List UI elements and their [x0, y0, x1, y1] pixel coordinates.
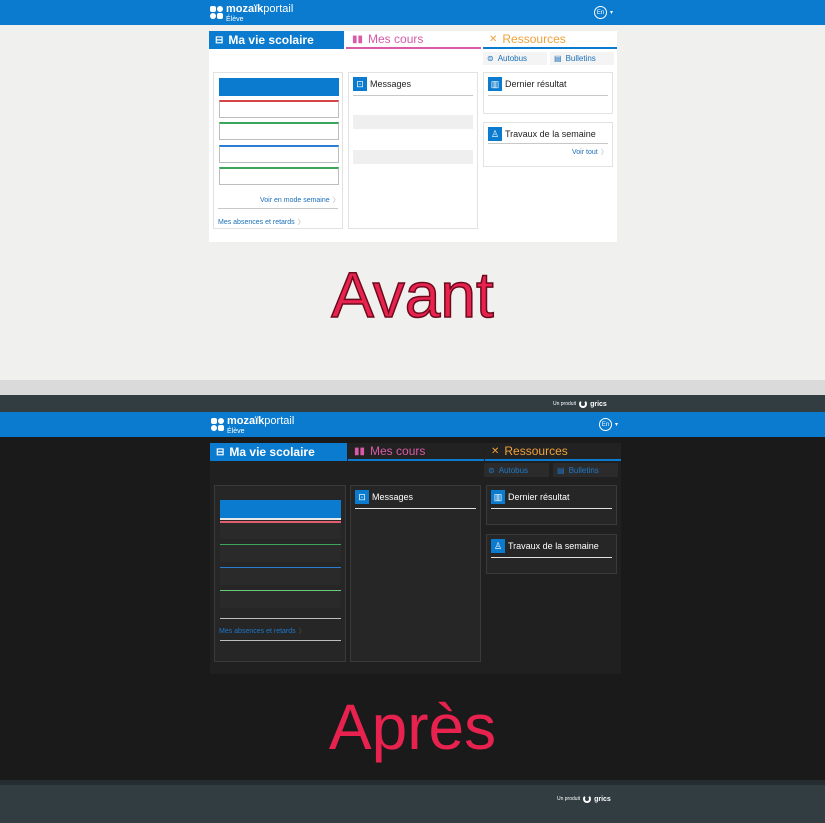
messages-widget: ⊡ Messages: [350, 485, 481, 662]
before-screenshot: mozaïkportail Élève En ▾ ⊟ Ma vie scolai…: [0, 0, 825, 380]
schedule-period[interactable]: [219, 167, 339, 185]
language-selector[interactable]: En ▾: [594, 6, 613, 19]
tab-label: Ressources: [502, 32, 566, 46]
tab-vie-scolaire[interactable]: ⊟ Ma vie scolaire: [210, 443, 347, 461]
subtab-autobus[interactable]: ⊜ Autobus: [484, 463, 549, 477]
chart-icon: ▥: [491, 490, 505, 504]
role-label: Élève: [226, 16, 244, 23]
language-selector[interactable]: En ▾: [599, 418, 618, 431]
schedule-period[interactable]: [220, 567, 341, 585]
voir-semaine-link[interactable]: Voir en mode semaine 〉: [260, 195, 340, 205]
subtab-label: Autobus: [497, 54, 528, 63]
top-bar: mozaïkportail Élève En ▾: [0, 412, 825, 437]
dernier-resultat-widget: ▥ Dernier résultat: [486, 485, 617, 525]
schedule-period[interactable]: [220, 544, 341, 562]
schedule-period[interactable]: [220, 500, 341, 518]
tab-vie-scolaire[interactable]: ⊟ Ma vie scolaire: [209, 31, 344, 49]
tab-ressources[interactable]: ✕ Ressources: [483, 31, 617, 49]
schedule-period[interactable]: [219, 100, 339, 118]
dashboard-panel: ⊟ Ma vie scolaire ▮▮ Mes cours ✕ Ressour…: [209, 31, 617, 242]
tab-label: Ma vie scolaire: [228, 33, 314, 47]
chevron-right-icon: 〉: [297, 219, 305, 226]
travaux-header[interactable]: ♙ Travaux de la semaine: [488, 127, 596, 141]
tools-icon: ✕: [489, 33, 498, 45]
bus-icon: ⊜: [487, 54, 494, 63]
books-icon: ▮▮: [352, 33, 364, 45]
chevron-down-icon: ▾: [610, 10, 614, 16]
travaux-header[interactable]: ♙ Travaux de la semaine: [491, 539, 599, 553]
subtab-label: Bulletins: [565, 54, 596, 63]
absences-link[interactable]: Mes absences et retards 〉: [219, 626, 306, 636]
caption-before: Avant: [331, 258, 495, 332]
tab-label: Mes cours: [368, 32, 424, 46]
grics-logo-icon: [579, 400, 588, 408]
student-icon: ♙: [491, 539, 505, 553]
brand-bold: mozaïk: [226, 3, 264, 15]
separator: [0, 380, 825, 395]
chevron-right-icon: 〉: [600, 149, 608, 156]
chevron-right-icon: 〉: [298, 628, 306, 635]
tab-mes-cours[interactable]: ▮▮ Mes cours: [348, 443, 484, 461]
dernier-resultat-header[interactable]: ▥ Dernier résultat: [491, 490, 570, 504]
product-credit: Un produit grics: [553, 400, 607, 408]
dernier-resultat-header[interactable]: ▥ Dernier résultat: [488, 77, 567, 91]
books-icon: ▮▮: [354, 445, 366, 457]
caption-after: Après: [328, 691, 497, 763]
messages-widget: ⊡ Messages: [348, 72, 478, 229]
dernier-resultat-widget: ▥ Dernier résultat: [483, 72, 613, 114]
bus-icon: ⊜: [488, 465, 495, 475]
schedule-period[interactable]: [220, 521, 341, 539]
mozaik-logo-icon: [210, 6, 223, 19]
schedule-widget: Mes absences et retards 〉: [214, 485, 346, 662]
document-icon: ▤: [554, 54, 562, 63]
mozaik-logo[interactable]: mozaïkportail Élève: [211, 416, 294, 435]
messages-icon: ⊡: [355, 490, 369, 504]
chart-icon: ▥: [488, 77, 502, 91]
travaux-widget: ♙ Travaux de la semaine: [486, 534, 617, 574]
schedule-period[interactable]: [219, 78, 339, 96]
voir-tout-link[interactable]: Voir tout 〉: [572, 147, 608, 157]
backpack-icon: ⊟: [215, 34, 224, 46]
messages-header[interactable]: ⊡ Messages: [353, 77, 411, 91]
messages-icon: ⊡: [353, 77, 367, 91]
tools-icon: ✕: [491, 445, 500, 457]
messages-header[interactable]: ⊡ Messages: [355, 490, 413, 504]
chevron-right-icon: 〉: [332, 197, 340, 204]
document-icon: ▤: [557, 465, 565, 475]
travaux-widget: ♙ Travaux de la semaine Voir tout 〉: [483, 122, 613, 167]
language-badge: En: [599, 418, 612, 431]
footer: Un produit grics: [0, 785, 825, 823]
student-icon: ♙: [488, 127, 502, 141]
mozaik-logo[interactable]: mozaïkportail Élève: [210, 3, 294, 23]
subtab-bulletins[interactable]: ▤ Bulletins: [553, 463, 618, 477]
schedule-period[interactable]: [220, 590, 341, 608]
absences-link[interactable]: Mes absences et retards 〉: [218, 217, 305, 227]
schedule-period[interactable]: [219, 122, 339, 140]
subtab-autobus[interactable]: ⊜ Autobus: [483, 52, 547, 65]
backpack-icon: ⊟: [216, 446, 225, 458]
grics-logo-icon: [583, 795, 592, 803]
product-strip: Un produit grics: [0, 395, 825, 412]
dashboard-panel: ⊟ Ma vie scolaire ▮▮ Mes cours ✕ Ressour…: [210, 443, 621, 674]
after-screenshot: Un produit grics mozaïkportail Élève En …: [0, 395, 825, 823]
subtab-bulletins[interactable]: ▤ Bulletins: [550, 52, 614, 65]
tab-ressources[interactable]: ✕ Ressources: [485, 443, 621, 461]
product-credit: Un produit grics: [557, 795, 611, 803]
schedule-period[interactable]: [219, 145, 339, 163]
brand-light: portail: [263, 3, 294, 15]
language-badge: En: [594, 6, 607, 19]
chevron-down-icon: ▾: [615, 422, 619, 428]
message-placeholder: [353, 150, 473, 164]
message-placeholder: [353, 115, 473, 129]
top-bar: mozaïkportail Élève En ▾: [0, 0, 825, 25]
schedule-widget: Voir en mode semaine 〉 Mes absences et re…: [213, 72, 343, 229]
mozaik-logo-icon: [211, 418, 224, 431]
tab-mes-cours[interactable]: ▮▮ Mes cours: [346, 31, 481, 49]
